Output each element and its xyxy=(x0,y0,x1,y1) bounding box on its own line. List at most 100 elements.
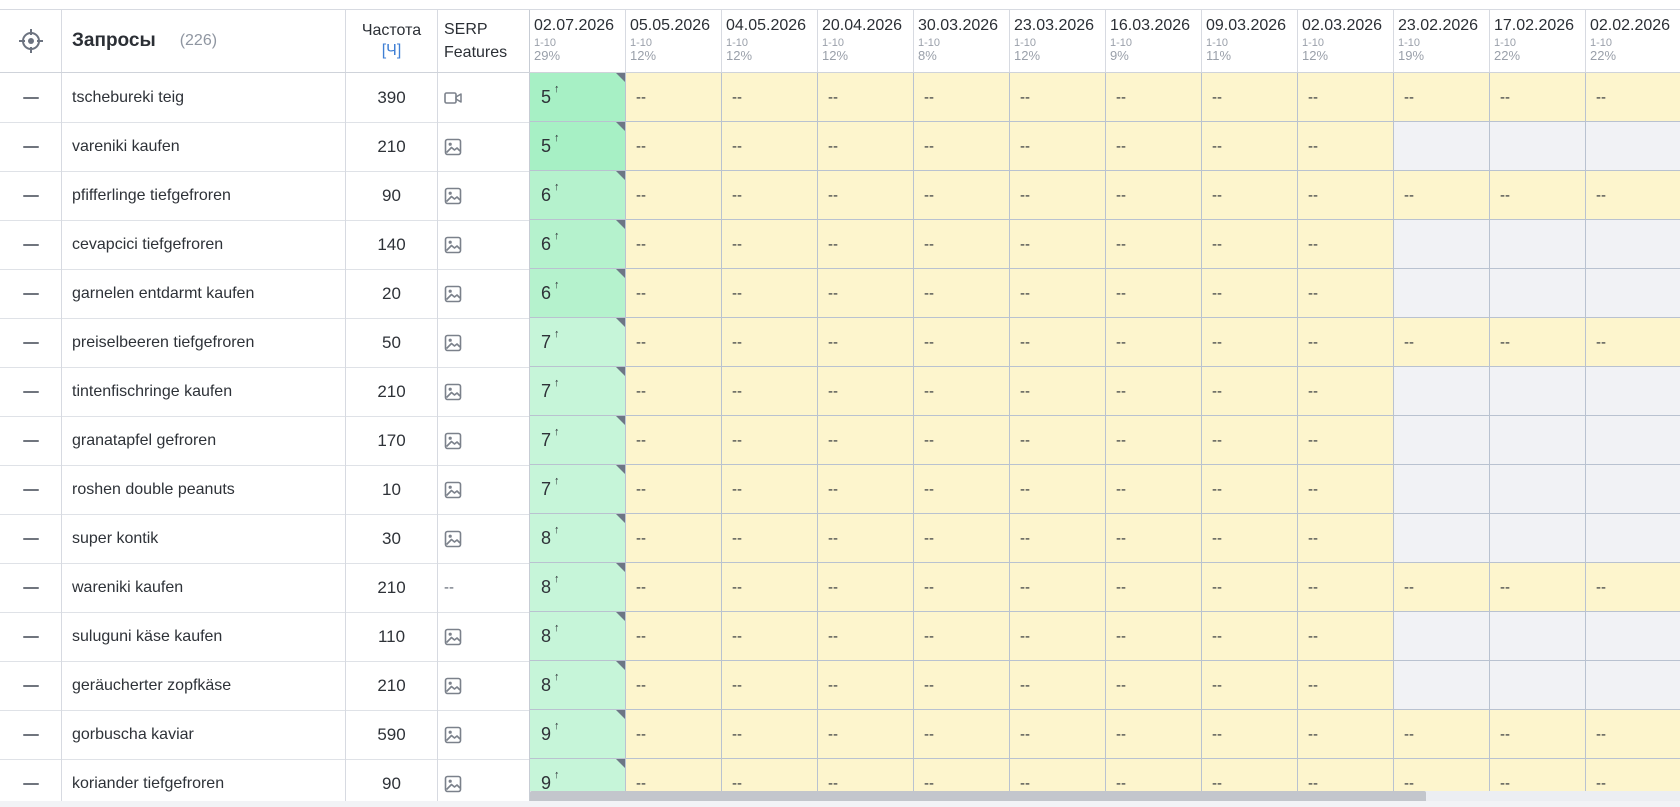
position-cell[interactable]: 8 ↑ xyxy=(530,661,626,710)
position-cell[interactable]: -- xyxy=(626,171,722,220)
row-toggle-cell[interactable] xyxy=(0,220,62,269)
row-toggle-cell[interactable] xyxy=(0,73,62,122)
serp-features-cell[interactable]: -- xyxy=(438,563,530,612)
query-cell[interactable]: cevapcici tiefgefroren xyxy=(62,220,346,269)
position-cell[interactable]: -- xyxy=(1202,563,1298,612)
date-column-header[interactable]: 30.03.2026 1-10 8% xyxy=(914,10,1010,72)
position-cell[interactable]: -- xyxy=(1106,122,1202,171)
position-cell[interactable]: -- xyxy=(1586,73,1680,122)
serp-features-cell[interactable] xyxy=(438,416,530,465)
position-cell[interactable]: -- xyxy=(1106,220,1202,269)
position-cell[interactable]: -- xyxy=(1298,122,1394,171)
serp-features-cell[interactable] xyxy=(438,661,530,710)
position-cell[interactable]: -- xyxy=(914,122,1010,171)
position-cell[interactable]: -- xyxy=(1586,171,1680,220)
position-cell[interactable]: -- xyxy=(722,318,818,367)
position-cell[interactable]: -- xyxy=(1202,367,1298,416)
position-cell[interactable]: 8 ↑ xyxy=(530,563,626,612)
query-cell[interactable]: super kontik xyxy=(62,514,346,563)
position-cell[interactable]: -- xyxy=(818,367,914,416)
query-cell[interactable]: geräucherter zopfkäse xyxy=(62,661,346,710)
row-toggle-cell[interactable] xyxy=(0,612,62,661)
row-toggle-cell[interactable] xyxy=(0,759,62,802)
query-cell[interactable]: tschebureki teig xyxy=(62,73,346,122)
position-cell[interactable]: -- xyxy=(1010,710,1106,759)
serp-features-cell[interactable] xyxy=(438,171,530,220)
minus-icon[interactable] xyxy=(22,96,39,99)
serp-features-cell[interactable] xyxy=(438,514,530,563)
serp-features-cell[interactable] xyxy=(438,367,530,416)
frequency-type-link[interactable]: [Ч] xyxy=(382,42,402,60)
position-cell[interactable]: -- xyxy=(1394,563,1490,612)
position-cell[interactable]: -- xyxy=(818,220,914,269)
position-cell[interactable]: 7 ↑ xyxy=(530,318,626,367)
position-cell[interactable]: -- xyxy=(722,122,818,171)
date-column-header[interactable]: 23.03.2026 1-10 12% xyxy=(1010,10,1106,72)
position-cell[interactable]: -- xyxy=(722,563,818,612)
position-cell[interactable]: -- xyxy=(1010,514,1106,563)
position-cell[interactable]: -- xyxy=(1202,171,1298,220)
position-cell[interactable]: 6 ↑ xyxy=(530,171,626,220)
position-cell[interactable]: -- xyxy=(1298,612,1394,661)
serp-features-cell[interactable] xyxy=(438,612,530,661)
position-cell[interactable]: -- xyxy=(1394,710,1490,759)
position-cell[interactable]: 7 ↑ xyxy=(530,465,626,514)
position-cell[interactable]: -- xyxy=(1298,710,1394,759)
serp-features-cell[interactable] xyxy=(438,710,530,759)
serp-features-cell[interactable] xyxy=(438,269,530,318)
date-column-header[interactable]: 16.03.2026 1-10 9% xyxy=(1106,10,1202,72)
date-column-header[interactable]: 20.04.2026 1-10 12% xyxy=(818,10,914,72)
position-cell[interactable]: -- xyxy=(722,612,818,661)
position-cell[interactable]: -- xyxy=(1106,465,1202,514)
position-cell[interactable]: -- xyxy=(722,220,818,269)
position-cell[interactable]: -- xyxy=(1010,416,1106,465)
position-cell[interactable]: -- xyxy=(1106,612,1202,661)
position-cell[interactable]: -- xyxy=(1202,318,1298,367)
position-cell[interactable]: -- xyxy=(1586,563,1680,612)
position-cell[interactable]: -- xyxy=(914,269,1010,318)
query-cell[interactable]: suluguni käse kaufen xyxy=(62,612,346,661)
row-toggle-cell[interactable] xyxy=(0,367,62,416)
row-toggle-cell[interactable] xyxy=(0,710,62,759)
position-cell[interactable]: -- xyxy=(626,710,722,759)
position-cell[interactable]: -- xyxy=(1106,710,1202,759)
date-column-header[interactable]: 23.02.2026 1-10 19% xyxy=(1394,10,1490,72)
position-cell[interactable]: -- xyxy=(1202,465,1298,514)
date-column-header[interactable]: 02.07.2026 1-10 29% xyxy=(530,10,626,72)
position-cell[interactable]: -- xyxy=(914,612,1010,661)
position-cell[interactable]: -- xyxy=(722,171,818,220)
position-cell[interactable]: -- xyxy=(818,416,914,465)
position-cell[interactable]: -- xyxy=(1298,269,1394,318)
position-cell[interactable]: -- xyxy=(1394,73,1490,122)
position-cell[interactable]: -- xyxy=(626,220,722,269)
position-cell[interactable]: 8 ↑ xyxy=(530,612,626,661)
frequency-header[interactable]: Частота [Ч] xyxy=(346,10,438,72)
position-cell[interactable]: -- xyxy=(1298,563,1394,612)
position-cell[interactable]: 5 ↑ xyxy=(530,122,626,171)
date-column-header[interactable]: 05.05.2026 1-10 12% xyxy=(626,10,722,72)
position-cell[interactable]: -- xyxy=(1298,318,1394,367)
serp-features-cell[interactable] xyxy=(438,465,530,514)
position-cell[interactable]: -- xyxy=(914,563,1010,612)
minus-icon[interactable] xyxy=(22,782,39,785)
position-cell[interactable]: -- xyxy=(1490,318,1586,367)
query-cell[interactable]: pfifferlinge tiefgefroren xyxy=(62,171,346,220)
position-cell[interactable]: -- xyxy=(626,122,722,171)
position-cell[interactable]: -- xyxy=(1394,171,1490,220)
position-cell[interactable]: -- xyxy=(1202,514,1298,563)
row-toggle-cell[interactable] xyxy=(0,122,62,171)
position-cell[interactable]: -- xyxy=(914,220,1010,269)
row-toggle-cell[interactable] xyxy=(0,171,62,220)
position-cell[interactable]: -- xyxy=(722,514,818,563)
position-cell[interactable]: -- xyxy=(1106,661,1202,710)
minus-icon[interactable] xyxy=(22,145,39,148)
position-cell[interactable]: -- xyxy=(722,465,818,514)
row-toggle-cell[interactable] xyxy=(0,465,62,514)
position-cell[interactable]: -- xyxy=(1010,269,1106,318)
position-cell[interactable]: -- xyxy=(1298,465,1394,514)
position-cell[interactable]: -- xyxy=(1106,269,1202,318)
serp-features-cell[interactable] xyxy=(438,73,530,122)
queries-header[interactable]: Запросы (226) xyxy=(62,10,346,72)
position-cell[interactable]: -- xyxy=(1010,73,1106,122)
position-cell[interactable]: -- xyxy=(1202,220,1298,269)
